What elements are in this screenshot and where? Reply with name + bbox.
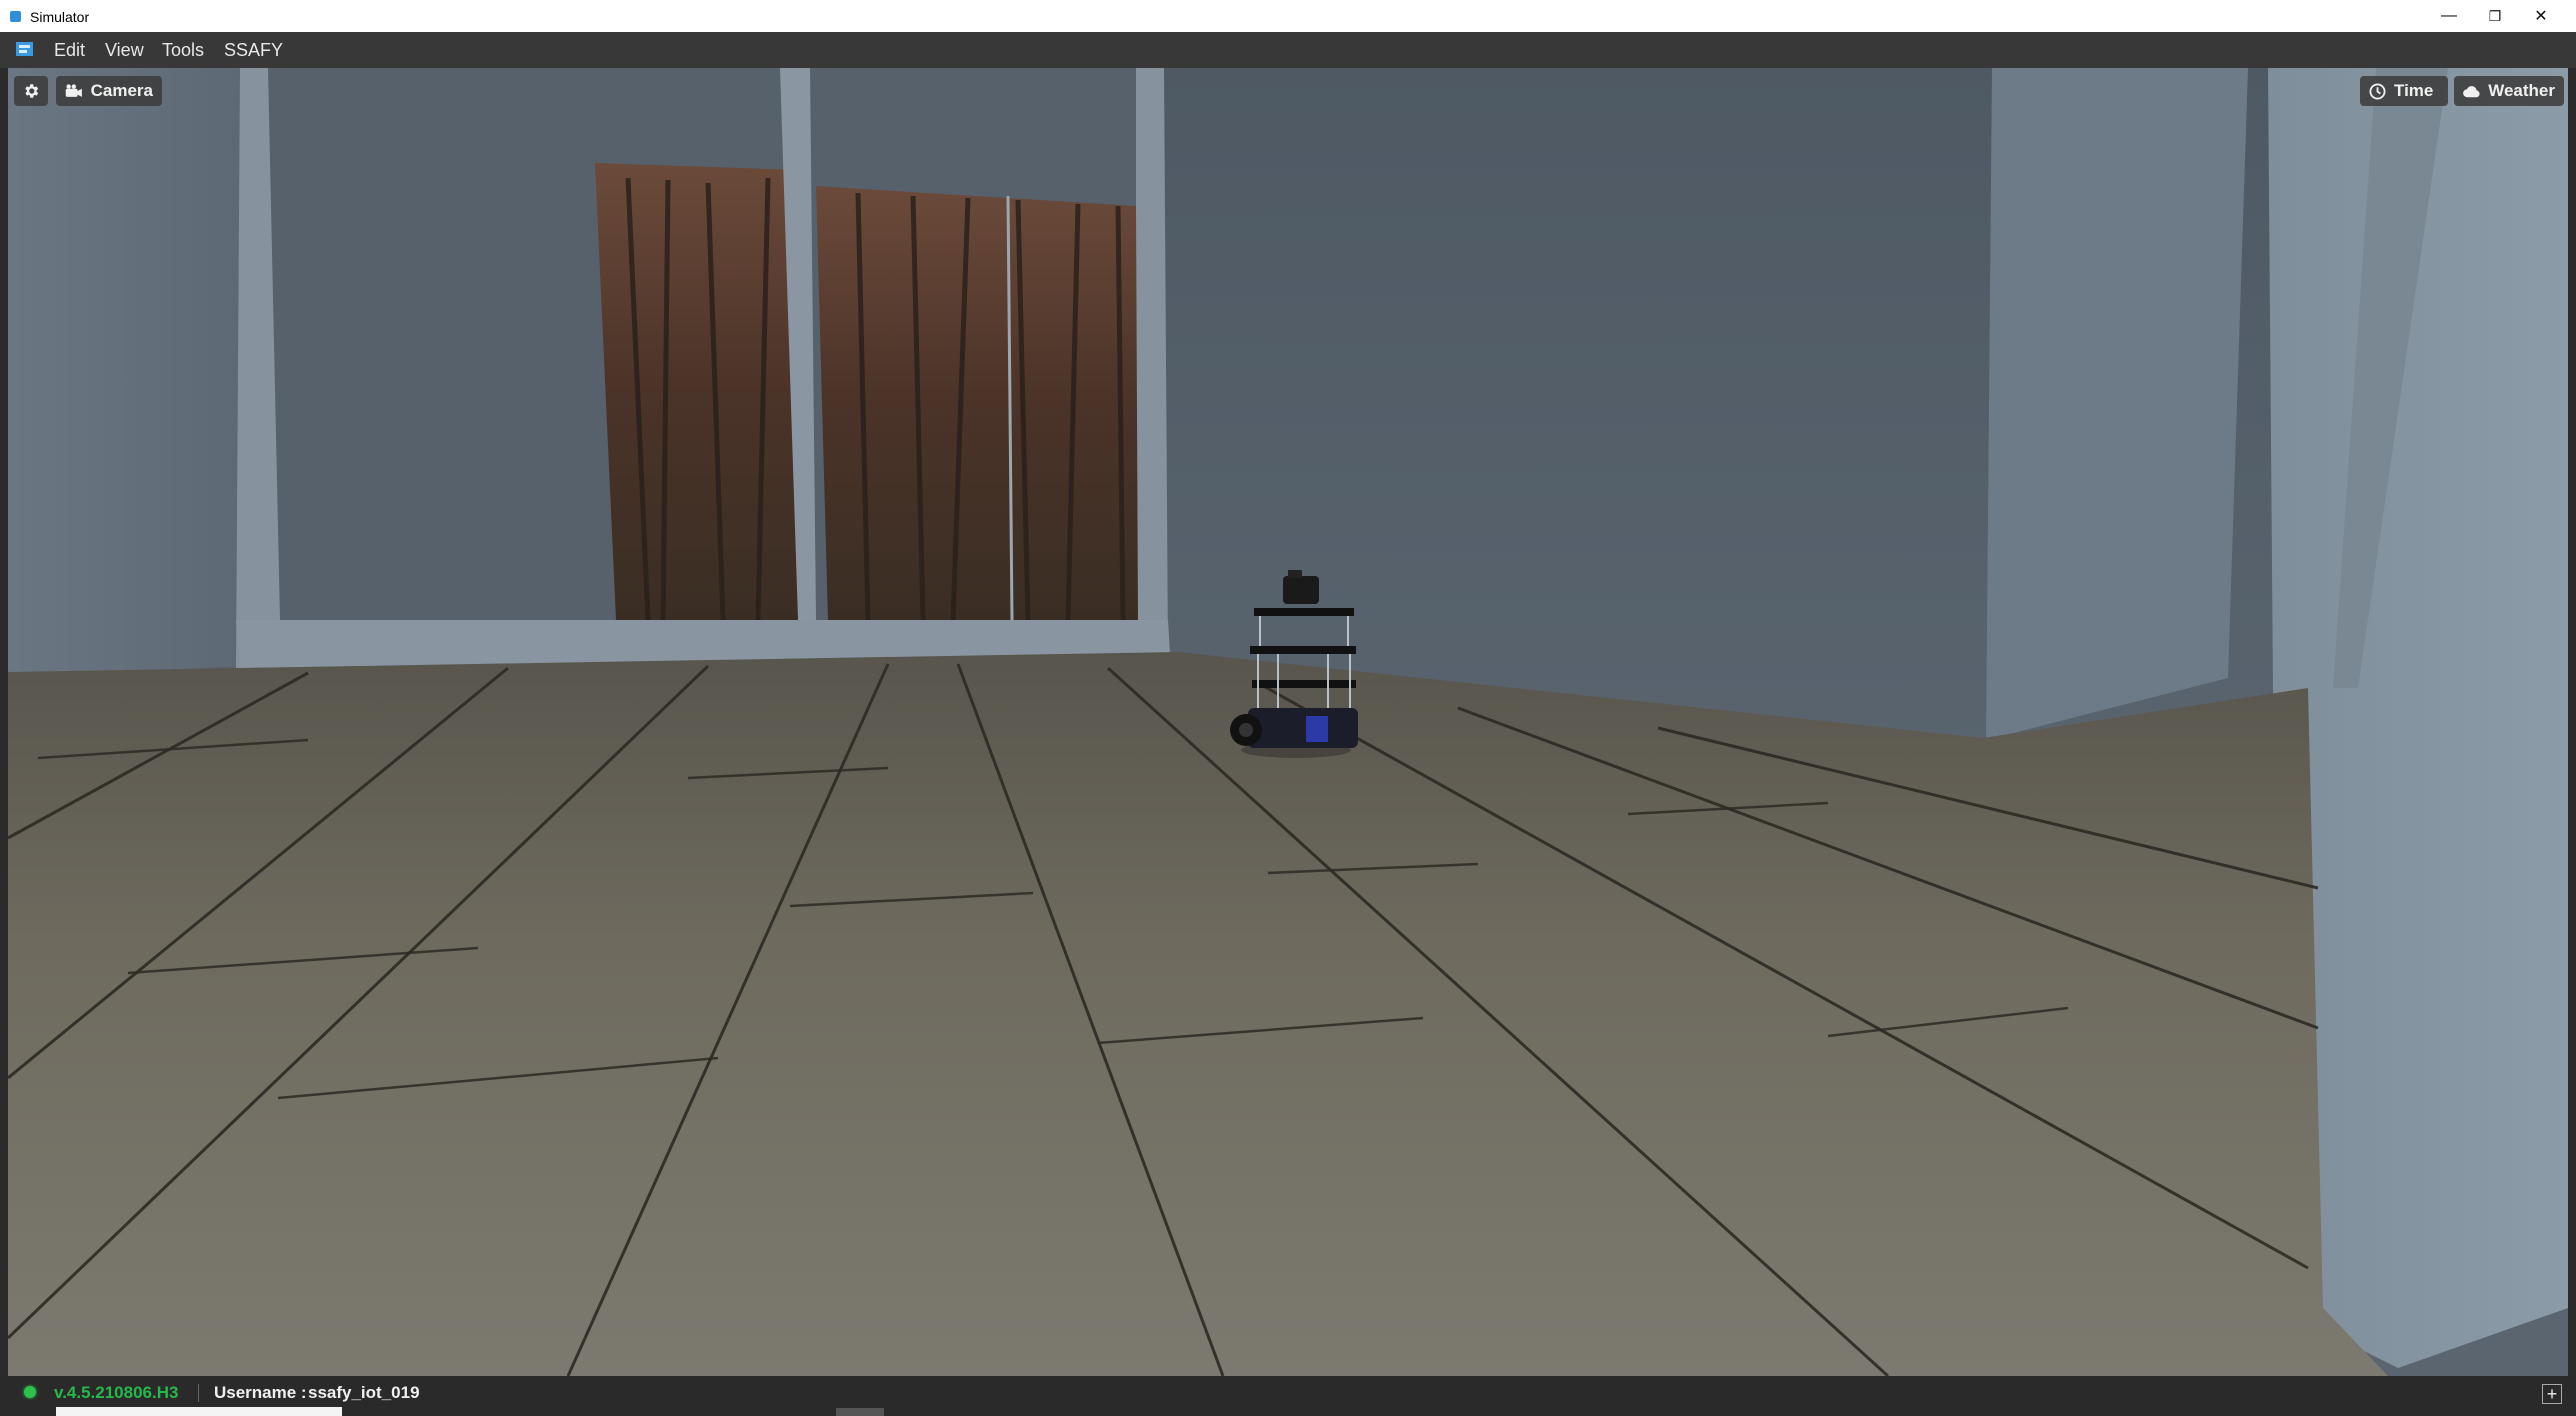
- simulation-viewport[interactable]: Camera Time Weather: [8, 68, 2568, 1376]
- app-icon: [10, 11, 21, 22]
- window-title: Simulator: [30, 9, 90, 25]
- window-title-bar: Simulator — ❐ ✕: [0, 0, 2576, 32]
- clock-icon: [2369, 82, 2386, 100]
- status-divider: [198, 1384, 199, 1402]
- camera-label: Camera: [90, 81, 153, 100]
- app-logo-icon[interactable]: [15, 40, 35, 60]
- menu-ssafy[interactable]: SSAFY: [224, 40, 283, 61]
- weather-button[interactable]: Weather: [2454, 76, 2564, 106]
- panel-tab[interactable]: [56, 1407, 342, 1416]
- expand-panel-button[interactable]: +: [2542, 1384, 2562, 1404]
- gear-icon: [25, 84, 39, 98]
- restore-button[interactable]: ❐: [2472, 0, 2518, 32]
- panel-tab-handle[interactable]: [836, 1408, 884, 1416]
- camera-icon: [65, 84, 82, 97]
- menu-bar: Edit View Tools SSAFY: [0, 32, 2576, 68]
- menu-tools[interactable]: Tools: [162, 40, 204, 61]
- menu-edit[interactable]: Edit: [54, 40, 85, 61]
- connection-status-indicator: [24, 1386, 36, 1398]
- version-text: v.4.5.210806.H3: [54, 1383, 179, 1402]
- time-button[interactable]: Time: [2360, 76, 2448, 106]
- weather-label: Weather: [2488, 81, 2555, 100]
- camera-button[interactable]: Camera: [56, 76, 162, 106]
- status-bar: v.4.5.210806.H3 Username : ssafy_iot_019…: [0, 1376, 2576, 1416]
- scene-render: [8, 68, 2568, 1376]
- username-label: Username :: [214, 1383, 307, 1402]
- settings-button[interactable]: [14, 76, 48, 106]
- minimize-button[interactable]: —: [2426, 0, 2472, 32]
- time-label: Time: [2394, 81, 2434, 100]
- menu-view[interactable]: View: [105, 40, 144, 61]
- username-value: ssafy_iot_019: [308, 1383, 420, 1402]
- cloud-icon: [2463, 85, 2480, 97]
- close-button[interactable]: ✕: [2518, 0, 2564, 32]
